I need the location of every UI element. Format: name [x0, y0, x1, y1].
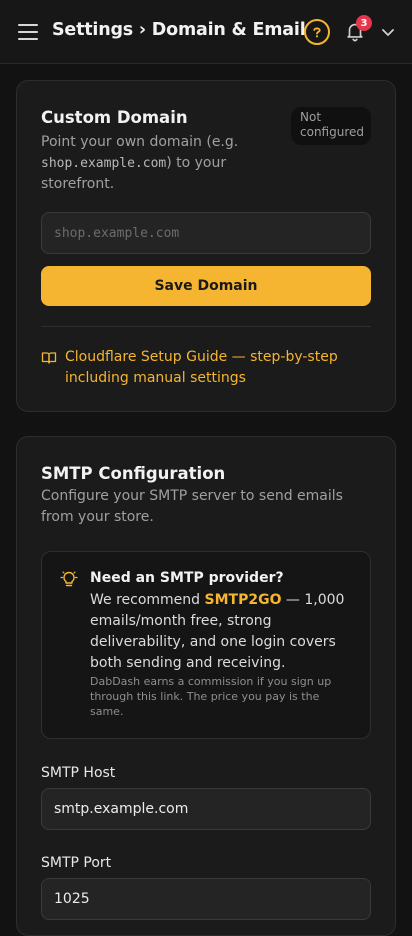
custom-domain-description: Point your own domain (e.g. shop.example…	[41, 134, 239, 192]
smtp-provider-callout: Need an SMTP provider? We recommend SMTP…	[41, 551, 371, 739]
notification-badge: 3	[356, 15, 372, 31]
smtp-host-input[interactable]: smtp.example.com	[41, 788, 371, 830]
custom-domain-title: Custom Domain	[41, 108, 188, 127]
provider-title: Need an SMTP provider?	[90, 570, 284, 586]
smtp-card: SMTP Configuration Configure your SMTP s…	[16, 436, 396, 936]
status-badge: Not configured	[291, 107, 371, 145]
provider-body: We recommend SMTP2GO — 1,000 emails/mont…	[90, 592, 345, 671]
divider	[41, 326, 371, 327]
help-button[interactable]	[304, 19, 330, 45]
chevron-down-icon	[382, 29, 394, 36]
book-icon	[41, 352, 57, 364]
smtp-title: SMTP Configuration	[41, 464, 226, 483]
cloudflare-guide-link[interactable]: Cloudflare Setup Guide — step-by-step in…	[41, 347, 361, 389]
page-title: Settings › Domain & Email	[52, 20, 306, 40]
lightbulb-icon	[60, 571, 78, 587]
custom-domain-card: Custom Domain Point your own domain (e.g…	[16, 80, 396, 412]
top-bar: Settings › Domain & Email 3	[0, 0, 412, 64]
smtp-port-input[interactable]: 1025	[41, 878, 371, 920]
smtp-port-label: SMTP Port	[41, 855, 112, 871]
domain-input[interactable]: shop.example.com	[41, 212, 371, 254]
domain-example: shop.example.com	[41, 156, 167, 171]
account-menu-button[interactable]	[380, 24, 396, 40]
question-circle-icon	[313, 27, 321, 38]
menu-icon[interactable]	[18, 24, 38, 40]
smtp-description: Configure your SMTP server to send email…	[41, 488, 343, 525]
guide-link-label: Cloudflare Setup Guide — step-by-step in…	[65, 349, 338, 386]
smtp-host-label: SMTP Host	[41, 765, 116, 781]
smtp2go-link[interactable]: SMTP2GO	[205, 592, 282, 608]
save-domain-button[interactable]: Save Domain	[41, 266, 371, 306]
affiliate-note: DabDash earns a commission if you sign u…	[90, 675, 332, 718]
